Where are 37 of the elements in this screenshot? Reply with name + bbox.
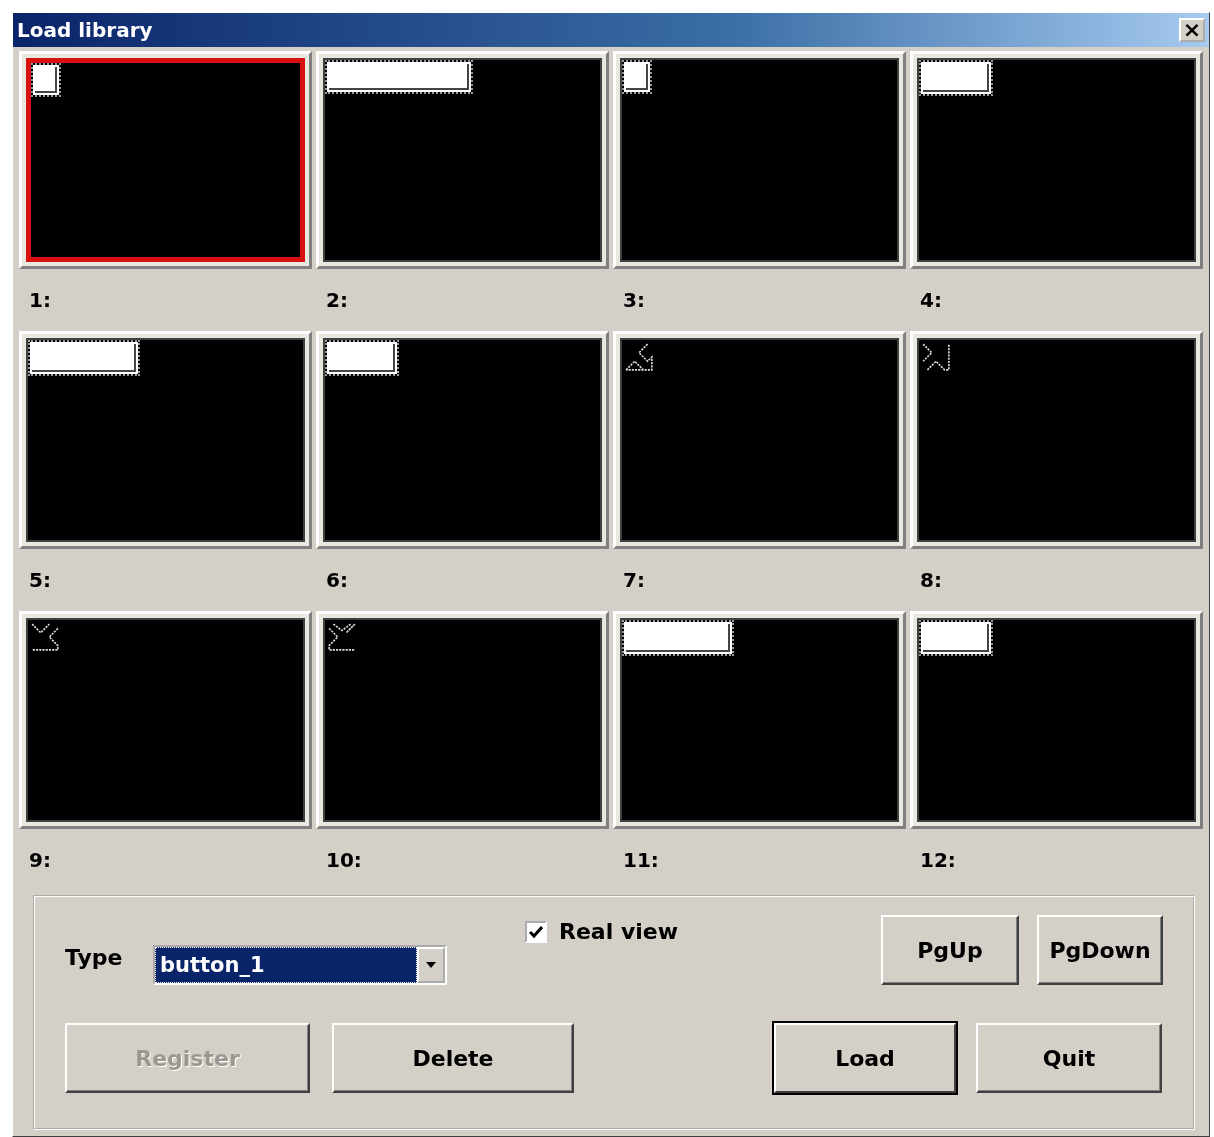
type-label: Type (65, 945, 124, 970)
corner-arrow-icon (327, 622, 357, 652)
slot-label: 6: (325, 567, 349, 594)
window-title: Load library (17, 18, 153, 42)
checkbox[interactable] (525, 920, 547, 943)
slot-label: 7: (622, 567, 646, 594)
slot-label: 3: (622, 287, 646, 314)
corner-arrow-icon (624, 342, 654, 372)
type-combobox[interactable]: button_1 (153, 945, 447, 985)
push-button[interactable]: PgUp (881, 915, 1019, 985)
push-button[interactable]: PgDown (1037, 915, 1163, 985)
push-button[interactable]: Quit (976, 1023, 1162, 1093)
widget-preview (33, 65, 59, 95)
slot-label: 12: (919, 847, 957, 874)
widget-preview (327, 342, 397, 374)
caret-icon (426, 962, 436, 968)
corner-arrow-icon (921, 342, 951, 372)
checkbox-label: Real view (559, 919, 679, 944)
close-button[interactable]: × (1179, 18, 1205, 42)
slot-label: 11: (622, 847, 660, 874)
check-icon (529, 925, 543, 938)
slot-label: 4: (919, 287, 943, 314)
combobox-value: button_1 (155, 947, 417, 983)
slot-label: 9: (28, 847, 52, 874)
slot-label: 8: (919, 567, 943, 594)
corner-arrow-icon (30, 622, 60, 652)
slot-label: 1: (28, 287, 52, 314)
widget-preview (921, 62, 991, 94)
dropdown-button[interactable] (417, 947, 445, 983)
push-button[interactable]: Load (774, 1023, 956, 1093)
slot-label: 5: (28, 567, 52, 594)
real-view-checkbox[interactable]: Real view (525, 919, 679, 944)
slot-label: 10: (325, 847, 363, 874)
slot-label: 2: (325, 287, 349, 314)
widget-preview (624, 62, 650, 92)
widget-preview (921, 622, 991, 654)
push-button[interactable]: Delete (332, 1023, 574, 1093)
